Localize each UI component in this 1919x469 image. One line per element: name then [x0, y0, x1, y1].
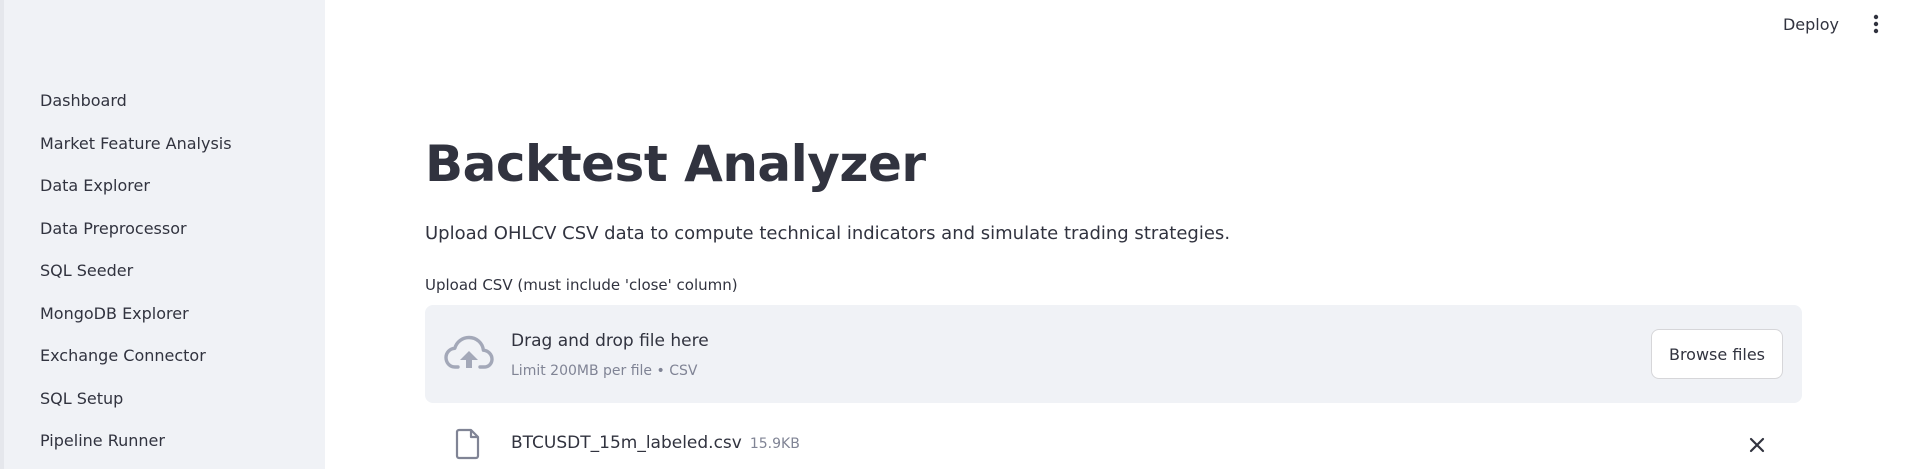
- sidebar: Dashboard Market Feature Analysis Data E…: [0, 0, 325, 469]
- sidebar-item-data-explorer[interactable]: Data Explorer: [40, 169, 232, 212]
- sidebar-item-exchange-connector[interactable]: Exchange Connector: [40, 339, 232, 382]
- dropzone-limit: Limit 200MB per file • CSV: [511, 363, 698, 379]
- page-subtitle: Upload OHLCV CSV data to compute technic…: [425, 223, 1231, 244]
- browse-files-button[interactable]: Browse files: [1651, 329, 1783, 379]
- sidebar-nav: Dashboard Market Feature Analysis Data E…: [40, 84, 232, 467]
- uploaded-file-name: BTCUSDT_15m_labeled.csv 15.9KB: [511, 430, 800, 457]
- uploaded-file-row: BTCUSDT_15m_labeled.csv 15.9KB: [425, 418, 1802, 466]
- dropzone-title: Drag and drop file here: [511, 331, 709, 351]
- sidebar-item-data-preprocessor[interactable]: Data Preprocessor: [40, 212, 232, 255]
- upload-label: Upload CSV (must include 'close' column): [425, 276, 738, 294]
- sidebar-item-market-feature-analysis[interactable]: Market Feature Analysis: [40, 127, 232, 170]
- close-icon[interactable]: [1745, 433, 1769, 457]
- file-name-text: BTCUSDT_15m_labeled.csv: [511, 433, 742, 453]
- file-dropzone[interactable]: Drag and drop file here Limit 200MB per …: [425, 305, 1802, 403]
- file-icon: [455, 428, 481, 460]
- file-size: 15.9KB: [749, 436, 800, 452]
- vertical-ellipsis-icon[interactable]: [1869, 12, 1883, 36]
- sidebar-item-pipeline-runner[interactable]: Pipeline Runner: [40, 424, 232, 467]
- sidebar-item-sql-seeder[interactable]: SQL Seeder: [40, 254, 232, 297]
- page-title: Backtest Analyzer: [425, 135, 926, 193]
- sidebar-item-sql-setup[interactable]: SQL Setup: [40, 382, 232, 425]
- main-content: Backtest Analyzer Upload OHLCV CSV data …: [425, 0, 1803, 469]
- sidebar-item-mongodb-explorer[interactable]: MongoDB Explorer: [40, 297, 232, 340]
- cloud-upload-icon: [444, 333, 494, 375]
- sidebar-item-dashboard[interactable]: Dashboard: [40, 84, 232, 127]
